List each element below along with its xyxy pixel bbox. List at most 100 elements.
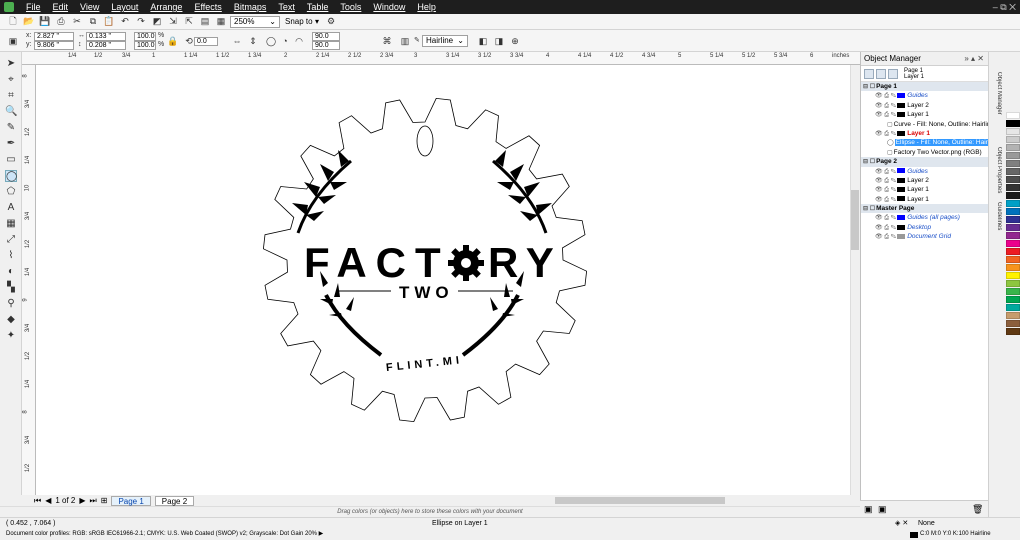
menu-effects[interactable]: Effects [188,2,227,12]
tab-page-2[interactable]: Page 2 [154,495,195,506]
panel-controls-icon[interactable]: » ▴ ✕ [964,52,988,65]
docker-tab-object-properties[interactable]: Object Properties [990,147,1002,193]
palette-swatch[interactable] [1006,112,1020,119]
tree-row[interactable]: ▢ Curve - Fill: None, Outline: Hairline [861,120,988,129]
menu-help[interactable]: Help [411,2,442,12]
color-profiles[interactable]: Document color profiles: RGB: sRGB IEC61… [6,529,323,540]
palette-swatch[interactable] [1006,224,1020,231]
eyedropper-tool-icon[interactable]: ⚲ [5,298,17,310]
layer-manager-view-icon[interactable] [888,68,898,79]
menu-view[interactable]: View [74,2,105,12]
save-icon[interactable]: 💾 [38,16,52,28]
ellipse-mode-icon[interactable]: ◯ [264,35,278,47]
artistic-media-icon[interactable]: ✒ [5,138,17,150]
tree-row[interactable]: ◯ Ellipse - Fill: None, Outline: Hairlin… [861,138,988,147]
table-tool-icon[interactable]: ▦ [5,218,17,230]
drawing-canvas[interactable]: FACT RY TWO FLINT.MI [36,65,850,495]
transparency-tool-icon[interactable]: ▚ [5,282,17,294]
delete-icon[interactable]: 🗑 [972,504,983,515]
connector-tool-icon[interactable]: ⌇ [5,250,17,262]
mirror-horizontal-icon[interactable]: ⇔ [230,35,244,47]
x-position-field[interactable]: 2.827 " [34,32,74,41]
interactive-fill-icon[interactable]: ◆ [5,314,17,326]
redo-icon[interactable]: ↷ [134,16,148,28]
arc-mode-icon[interactable]: ◠ [292,35,306,47]
tree-page-row[interactable]: ⊟ ☐ Page 2 [861,157,988,167]
palette-swatch[interactable] [1006,176,1020,183]
angle-field[interactable]: 0.0 [194,37,218,46]
palette-swatch[interactable] [1006,160,1020,167]
smart-fill-icon[interactable]: ✦ [5,330,17,342]
tree-row[interactable]: 👁 ⎙ ✎ Layer 1 [861,110,988,119]
polygon-tool-icon[interactable]: ⬠ [5,186,17,198]
docker-tab-guidelines[interactable]: Guidelines [990,202,1002,230]
scale-y-field[interactable]: 100.0 [134,41,156,50]
menu-layout[interactable]: Layout [105,2,144,12]
ellipse-tool-icon[interactable]: ◯ [5,170,17,182]
tree-row[interactable]: 👁 ⎙ ✎ Layer 1 [861,195,988,204]
horizontal-ruler[interactable]: 1/4 1/2 3/4 1 1 1/4 1 1/2 1 3/4 2 2 1/4 … [22,52,860,65]
palette-swatch[interactable] [1006,328,1020,335]
application-launcher-icon[interactable]: ▦ [214,16,228,28]
new-document-icon[interactable]: 🗋 [6,16,20,28]
vertical-scrollbar[interactable] [850,65,860,495]
width-field[interactable]: 0.133 " [86,32,126,41]
layer-toggles-icon[interactable]: 👁 ⎙ ✎ [875,168,896,176]
menu-edit[interactable]: Edit [47,2,75,12]
zoom-tool-icon[interactable]: 🔍 [5,106,17,118]
palette-swatch[interactable] [1006,216,1020,223]
palette-swatch[interactable] [1006,192,1020,199]
palette-swatch[interactable] [1006,320,1020,327]
layer-toggles-icon[interactable]: 👁 ⎙ ✎ [875,177,896,185]
tree-row[interactable]: 👁 ⎙ ✎ Guides [861,167,988,176]
tab-page-1[interactable]: Page 1 [111,495,151,506]
palette-swatch[interactable] [1006,296,1020,303]
tree-row[interactable]: ▢ Factory Two Vector.png (RGB) [861,148,988,157]
dimension-tool-icon[interactable]: ⤢ [5,234,17,246]
last-page-icon[interactable]: ⏭ [90,496,97,506]
palette-swatch[interactable] [1006,272,1020,279]
to-front-icon[interactable]: ◧ [476,35,490,47]
edit-across-layers-icon[interactable] [876,68,886,79]
start-angle-field[interactable]: 90.0 [312,32,340,41]
undo-icon[interactable]: ↶ [118,16,132,28]
tree-row[interactable]: 👁 ⎙ ✎ Layer 2 [861,176,988,185]
horizontal-scroll-thumb[interactable] [555,497,725,504]
document-palette-hint[interactable]: Drag colors (or objects) here to store t… [0,506,860,517]
rectangle-tool-icon[interactable]: ▭ [5,154,17,166]
palette-swatch[interactable] [1006,144,1020,151]
menu-bitmaps[interactable]: Bitmaps [228,2,273,12]
tree-page-row[interactable]: ⊟ ☐ Page 1 [861,82,988,92]
layer-toggles-icon[interactable]: 👁 ⎙ ✎ [875,186,896,194]
menu-window[interactable]: Window [367,2,411,12]
zoom-level-select[interactable]: 250% ⌄ [230,15,280,28]
menu-arrange[interactable]: Arrange [144,2,188,12]
new-master-layer-icon[interactable]: ▣ [878,504,887,515]
outline-width-select[interactable]: Hairline ⌄ [422,35,468,47]
palette-swatch[interactable] [1006,240,1020,247]
wrap-text-icon[interactable]: ▥ [398,35,412,47]
palette-swatch[interactable] [1006,312,1020,319]
palette-swatch[interactable] [1006,248,1020,255]
print-icon[interactable]: ⎙ [54,16,68,28]
vertical-scroll-thumb[interactable] [851,190,859,250]
palette-swatch[interactable] [1006,304,1020,311]
show-properties-icon[interactable] [864,68,874,79]
publish-pdf-icon[interactable]: ▤ [198,16,212,28]
palette-swatch[interactable] [1006,168,1020,175]
first-page-icon[interactable]: ⏮ [34,496,41,506]
tree-row[interactable]: 👁 ⎙ ✎ Guides (all pages) [861,213,988,222]
palette-swatch[interactable] [1006,264,1020,271]
palette-swatch[interactable] [1006,120,1020,127]
new-layer-icon[interactable]: ▣ [864,504,873,515]
layer-toggles-icon[interactable]: 👁 ⎙ ✎ [875,233,896,241]
palette-swatch[interactable] [1006,256,1020,263]
object-origin-icon[interactable]: ▣ [6,35,20,47]
text-tool-icon[interactable]: A [5,202,17,214]
tree-page-row[interactable]: ⊟ ☐ Master Page [861,204,988,214]
add-page-icon[interactable]: ⊞ [101,496,108,505]
selected-ellipse[interactable] [416,125,434,157]
palette-swatch[interactable] [1006,288,1020,295]
crop-tool-icon[interactable]: ⌗ [5,90,17,102]
expand-icon[interactable]: ⊟ ☐ [863,205,875,213]
